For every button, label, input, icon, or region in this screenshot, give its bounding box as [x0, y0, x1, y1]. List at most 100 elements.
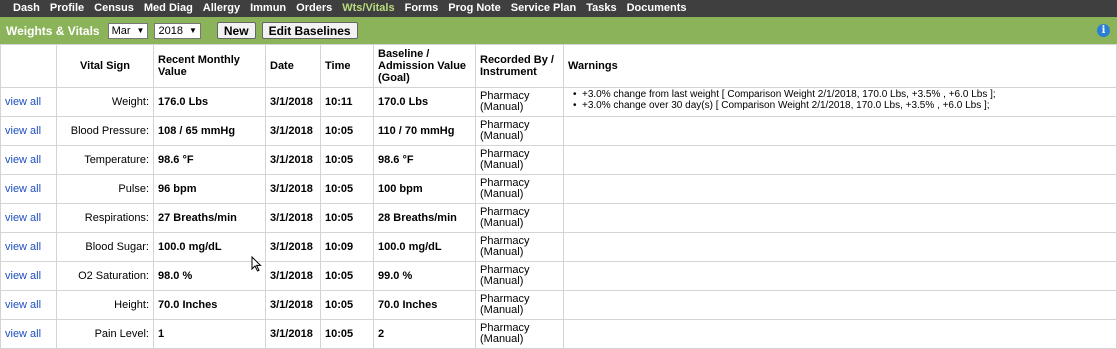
warnings-cell [563, 174, 1117, 204]
view-all-cell: view all [0, 174, 57, 204]
vital-sign-cell: O2 Saturation: [56, 261, 154, 291]
time-cell: 10:05 [320, 174, 374, 204]
vital-sign-cell: Pain Level: [56, 319, 154, 349]
view-all-link[interactable]: view all [5, 270, 41, 282]
recorded-by-cell: Pharmacy (Manual) [475, 145, 564, 175]
new-button[interactable]: New [216, 22, 256, 39]
tab-orders[interactable]: Orders [291, 0, 337, 17]
chevron-down-icon: ▼ [188, 26, 197, 35]
table-row: view all Pulse: 96 bpm 3/1/2018 10:05 100 bpm… [0, 174, 1117, 204]
table-header-row: Vital Sign Recent Monthly Value Date Tim… [0, 44, 1117, 88]
tab-tasks[interactable]: Tasks [581, 0, 621, 17]
view-all-link[interactable]: view all [5, 241, 41, 253]
time-cell: 10:05 [320, 145, 374, 175]
view-all-link[interactable]: view all [5, 212, 41, 224]
date-cell: 3/1/2018 [265, 116, 321, 146]
col-header-time: Time [320, 44, 374, 88]
baseline-cell: 99.0 % [373, 261, 476, 291]
tab-profile[interactable]: Profile [45, 0, 89, 17]
warnings-cell [563, 232, 1117, 262]
recorded-by-cell: Pharmacy (Manual) [475, 203, 564, 233]
vital-sign-cell: Blood Sugar: [56, 232, 154, 262]
baseline-cell: 70.0 Inches [373, 290, 476, 320]
tab-forms[interactable]: Forms [400, 0, 444, 17]
recorded-by-cell: Pharmacy (Manual) [475, 174, 564, 204]
table-row: view all Height: 70.0 Inches 3/1/2018 10:05 7… [0, 290, 1117, 320]
table-row: view all Pain Level: 1 3/1/2018 10:05 2 Pharma… [0, 319, 1117, 349]
warnings-list: +3.0% change from last weight [ Comparis… [568, 89, 1112, 111]
view-all-cell: view all [0, 232, 57, 262]
tab-wts-vitals[interactable]: Wts/Vitals [337, 0, 399, 17]
edit-baselines-button[interactable]: Edit Baselines [261, 22, 358, 39]
date-cell: 3/1/2018 [265, 145, 321, 175]
col-header-vital-sign: Vital Sign [56, 44, 154, 88]
tab-immun[interactable]: Immun [245, 0, 291, 17]
tab-med-diag[interactable]: Med Diag [139, 0, 198, 17]
date-cell: 3/1/2018 [265, 203, 321, 233]
date-cell: 3/1/2018 [265, 174, 321, 204]
recent-value-cell: 27 Breaths/min [153, 203, 266, 233]
warnings-cell: +3.0% change from last weight [ Comparis… [563, 87, 1117, 117]
view-all-cell: view all [0, 261, 57, 291]
info-icon[interactable]: i [1097, 24, 1110, 37]
time-cell: 10:05 [320, 203, 374, 233]
vitals-table: Vital Sign Recent Monthly Value Date Tim… [0, 44, 1117, 349]
view-all-link[interactable]: view all [5, 96, 41, 108]
recent-value-cell: 98.6 °F [153, 145, 266, 175]
recorded-by-cell: Pharmacy (Manual) [475, 319, 564, 349]
vital-sign-cell: Temperature: [56, 145, 154, 175]
recorded-by-cell: Pharmacy (Manual) [475, 261, 564, 291]
tab-prog-note[interactable]: Prog Note [443, 0, 506, 17]
recent-value-cell: 1 [153, 319, 266, 349]
table-row: view all Respirations: 27 Breaths/min 3/1/2… [0, 203, 1117, 233]
view-all-link[interactable]: view all [5, 154, 41, 166]
view-all-link[interactable]: view all [5, 299, 41, 311]
col-header-warnings: Warnings [563, 44, 1117, 88]
date-cell: 3/1/2018 [265, 232, 321, 262]
time-cell: 10:11 [320, 87, 374, 117]
warning-item: +3.0% change over 30 day(s) [ Comparison… [573, 100, 1112, 111]
view-all-cell: view all [0, 87, 57, 117]
recorded-by-cell: Pharmacy (Manual) [475, 290, 564, 320]
col-header-recent-value: Recent Monthly Value [153, 44, 266, 88]
baseline-cell: 100 bpm [373, 174, 476, 204]
chevron-down-icon: ▼ [136, 26, 145, 35]
recent-value-cell: 108 / 65 mmHg [153, 116, 266, 146]
warnings-cell [563, 145, 1117, 175]
col-header-baseline: Baseline / Admission Value (Goal) [373, 44, 476, 88]
view-all-link[interactable]: view all [5, 328, 41, 340]
time-cell: 10:05 [320, 116, 374, 146]
date-cell: 3/1/2018 [265, 261, 321, 291]
tab-service-plan[interactable]: Service Plan [506, 0, 581, 17]
view-all-link[interactable]: view all [5, 125, 41, 137]
warning-item: +3.0% change from last weight [ Comparis… [573, 89, 1112, 100]
table-row: view all Weight: 176.0 Lbs 3/1/2018 10:11 170… [0, 87, 1117, 117]
warnings-cell [563, 319, 1117, 349]
recent-value-cell: 176.0 Lbs [153, 87, 266, 117]
date-cell: 3/1/2018 [265, 319, 321, 349]
vital-sign-cell: Respirations: [56, 203, 154, 233]
tab-census[interactable]: Census [89, 0, 139, 17]
warnings-cell [563, 203, 1117, 233]
month-select[interactable]: Mar ▼ [107, 22, 149, 39]
vitals-toolbar: Weights & Vitals Mar ▼ 2018 ▼ New Edit B… [0, 17, 1117, 44]
table-row: view all Blood Pressure: 108 / 65 mmHg 3/1/… [0, 116, 1117, 146]
year-select[interactable]: 2018 ▼ [154, 22, 201, 39]
month-value: Mar [111, 24, 131, 37]
view-all-link[interactable]: view all [5, 183, 41, 195]
vital-sign-cell: Pulse: [56, 174, 154, 204]
tab-allergy[interactable]: Allergy [198, 0, 245, 17]
baseline-cell: 110 / 70 mmHg [373, 116, 476, 146]
tab-dash[interactable]: Dash [8, 0, 45, 17]
vital-sign-cell: Blood Pressure: [56, 116, 154, 146]
recorded-by-cell: Pharmacy (Manual) [475, 116, 564, 146]
baseline-cell: 98.6 °F [373, 145, 476, 175]
recent-value-cell: 96 bpm [153, 174, 266, 204]
view-all-cell: view all [0, 116, 57, 146]
table-row: view all O2 Saturation: 98.0 % 3/1/2018 10:0… [0, 261, 1117, 291]
tab-documents[interactable]: Documents [622, 0, 692, 17]
baseline-cell: 28 Breaths/min [373, 203, 476, 233]
year-value: 2018 [158, 24, 183, 37]
col-header-view [0, 44, 57, 88]
recent-value-cell: 100.0 mg/dL [153, 232, 266, 262]
